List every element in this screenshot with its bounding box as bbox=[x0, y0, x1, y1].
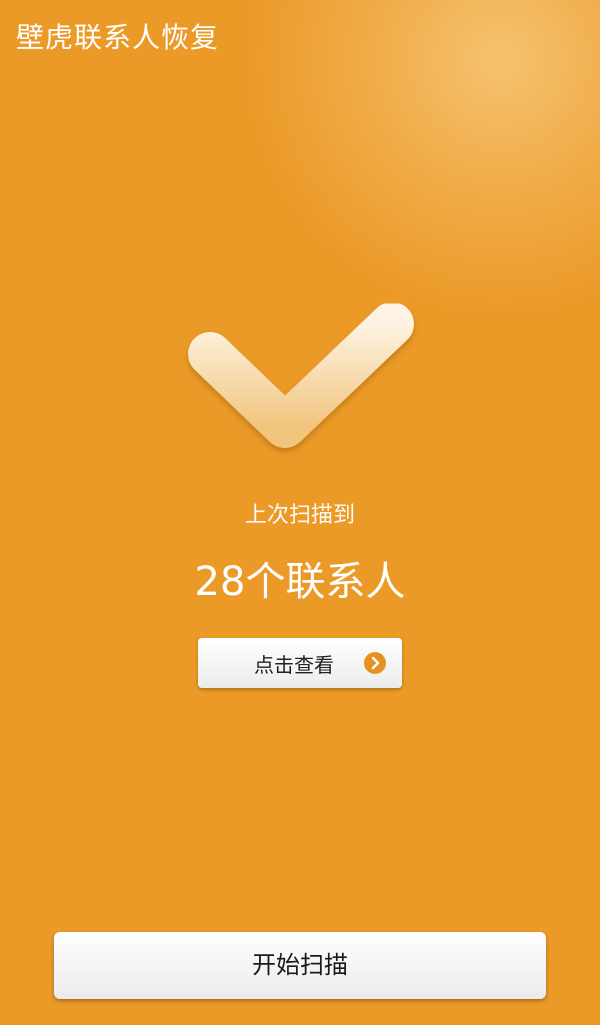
app-title: 壁虎联系人恢复 bbox=[16, 21, 220, 54]
app-screen: 壁虎联系人恢复 上次扫描到 28个联系人 点击查看 开始扫描 bbox=[0, 0, 600, 1025]
chevron-right-icon bbox=[364, 652, 386, 674]
start-scan-button[interactable]: 开始扫描 bbox=[54, 932, 546, 999]
checkmark-icon bbox=[180, 296, 430, 466]
view-contacts-button[interactable]: 点击查看 bbox=[198, 638, 402, 688]
background-glow bbox=[240, 0, 600, 320]
last-scan-label: 上次扫描到 bbox=[244, 503, 355, 528]
contact-count: 28个联系人 bbox=[194, 559, 406, 605]
view-contacts-label: 点击查看 bbox=[254, 653, 334, 677]
start-scan-label: 开始扫描 bbox=[252, 951, 348, 979]
